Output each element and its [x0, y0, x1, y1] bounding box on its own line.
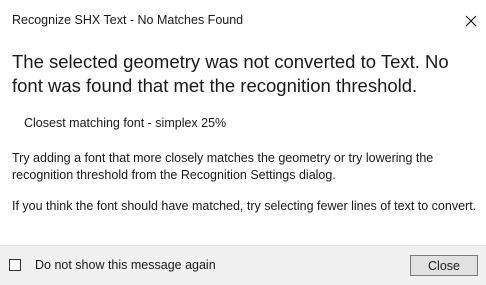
suggestion-paragraph: Try adding a font that more closely matc… — [12, 151, 434, 182]
message-headline: The selected geometry was not converted … — [12, 51, 449, 96]
closest-match-text: Closest matching font - simplex 25% — [24, 116, 227, 130]
dialog-window: Recognize SHX Text - No Matches Found Th… — [0, 0, 486, 285]
checkbox-icon[interactable] — [9, 259, 21, 271]
dont-show-again-checkbox[interactable]: Do not show this message again — [9, 258, 216, 272]
tip-paragraph: If you think the font should have matche… — [12, 199, 477, 213]
window-title: Recognize SHX Text - No Matches Found — [12, 13, 244, 27]
title-bar: Recognize SHX Text - No Matches Found — [0, 0, 486, 42]
close-icon[interactable] — [460, 10, 482, 32]
checkbox-label: Do not show this message again — [35, 258, 216, 272]
close-button[interactable]: Close — [410, 255, 478, 276]
dialog-footer: Do not show this message again Close — [0, 245, 486, 285]
